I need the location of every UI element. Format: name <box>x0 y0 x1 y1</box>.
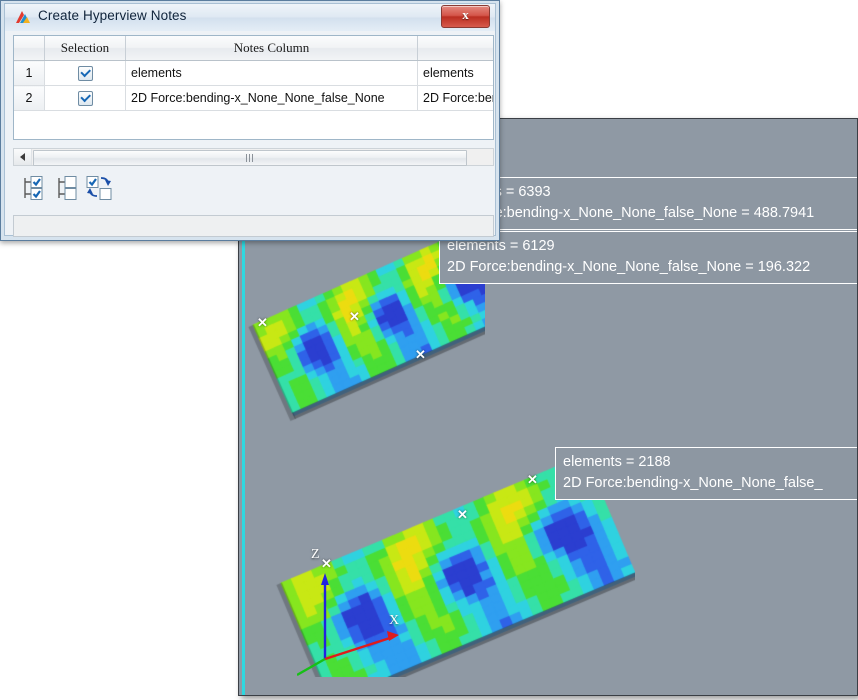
annotation-anchor-marker: ✕ <box>257 315 268 331</box>
selection-checkbox[interactable] <box>78 66 93 81</box>
horizontal-scrollbar[interactable] <box>13 148 494 166</box>
notes-column-cell[interactable]: 2D Force:bending-x_None_None_false_None <box>126 86 418 111</box>
create-hyperview-notes-dialog[interactable]: Create Hyperview Notes x Selection Notes… <box>0 0 500 241</box>
scrollbar-grip-icon <box>246 154 255 162</box>
table-header-row: Selection Notes Column <box>14 36 494 61</box>
row-selection-cell[interactable] <box>45 86 126 111</box>
annotation-note[interactable]: elements = 6129 2D Force:bending-x_None_… <box>439 231 858 284</box>
column-header-notes-column[interactable]: Notes Column <box>126 36 418 61</box>
dialog-title: Create Hyperview Notes <box>38 8 187 23</box>
selection-checkbox[interactable] <box>78 91 93 106</box>
axis-label-z: Z <box>311 547 320 563</box>
close-icon: x <box>442 7 489 23</box>
column-header-selection[interactable]: Selection <box>45 36 126 61</box>
annotation-note[interactable]: elements = 2188 2D Force:bending-x_None_… <box>555 447 858 500</box>
dialog-inner-frame: Create Hyperview Notes x Selection Notes… <box>4 3 496 236</box>
notes-table[interactable]: Selection Notes Column 1 elements <box>13 35 494 140</box>
value-cell[interactable]: elements <box>418 61 495 86</box>
close-button[interactable]: x <box>441 5 490 28</box>
annotation-value-line: 2D Force:bending-x_None_None_false_None … <box>447 257 858 278</box>
row-selection-cell[interactable] <box>45 61 126 86</box>
annotation-anchor-marker: ✕ <box>457 507 468 523</box>
notes-column-cell[interactable]: elements <box>126 61 418 86</box>
annotation-element-line: elements = 6129 <box>447 236 858 257</box>
select-all-button[interactable] <box>19 172 49 204</box>
scrollbar-thumb[interactable] <box>33 150 467 166</box>
scroll-left-arrow-icon[interactable] <box>14 149 32 165</box>
annotation-element-line: elements = 6393 <box>443 182 858 203</box>
deselect-all-button[interactable] <box>53 172 83 204</box>
screenshot-root: -2150.5303 No result Max = 2166.0681 She… <box>0 0 858 700</box>
annotation-anchor-marker: ✕ <box>349 309 360 325</box>
invert-selection-button[interactable] <box>85 172 115 204</box>
annotation-anchor-marker: ✕ <box>527 472 538 488</box>
altair-logo-icon <box>14 9 32 27</box>
axis-triad: Z X <box>297 559 417 679</box>
row-number: 1 <box>14 61 45 86</box>
annotation-value-line: 2D Force:bending-x_None_None_false_ <box>563 473 858 494</box>
dialog-titlebar[interactable]: Create Hyperview Notes x <box>5 4 495 31</box>
dialog-footer-panel <box>13 215 494 237</box>
annotation-value-line: 2D Force:bending-x_None_None_false_None … <box>443 203 858 224</box>
axis-label-x: X <box>389 613 399 629</box>
column-header-rownum[interactable] <box>14 36 45 61</box>
row-number: 2 <box>14 86 45 111</box>
annotation-anchor-marker: ✕ <box>415 347 426 363</box>
annotation-element-line: elements = 2188 <box>563 452 858 473</box>
table-row[interactable]: 2 2D Force:bending-x_None_None_false_Non… <box>14 86 494 111</box>
column-header-value[interactable] <box>418 36 495 61</box>
table-row[interactable]: 1 elements elements <box>14 61 494 86</box>
value-cell[interactable]: 2D Force:bendin <box>418 86 495 111</box>
